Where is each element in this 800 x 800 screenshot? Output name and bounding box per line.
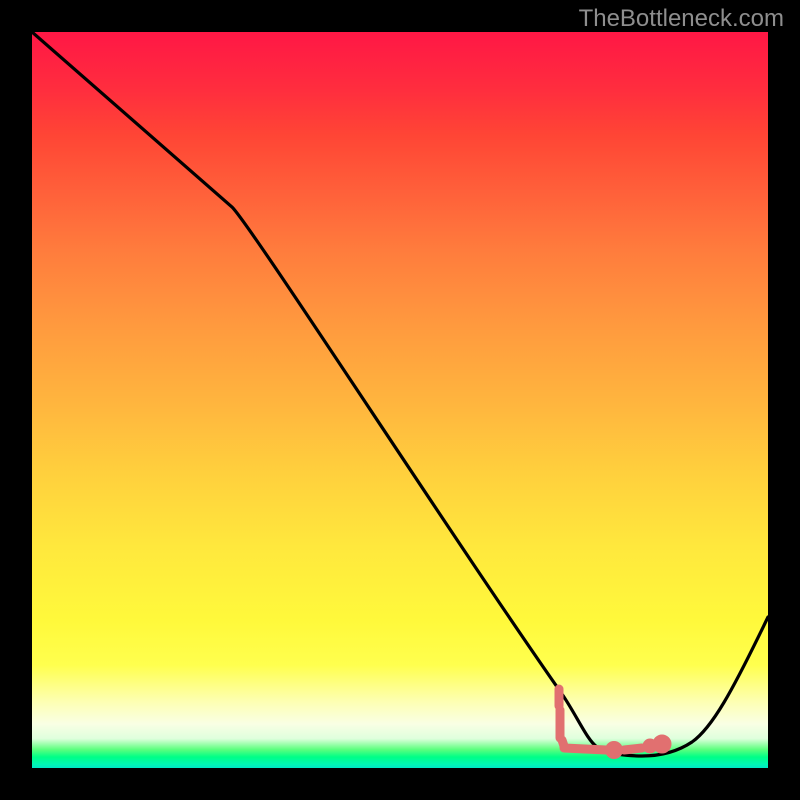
chart-svg (32, 32, 768, 768)
main-curve (32, 32, 768, 756)
plot-area (32, 32, 768, 768)
highlight-marks (559, 689, 667, 755)
watermark-text: TheBottleneck.com (579, 5, 784, 33)
